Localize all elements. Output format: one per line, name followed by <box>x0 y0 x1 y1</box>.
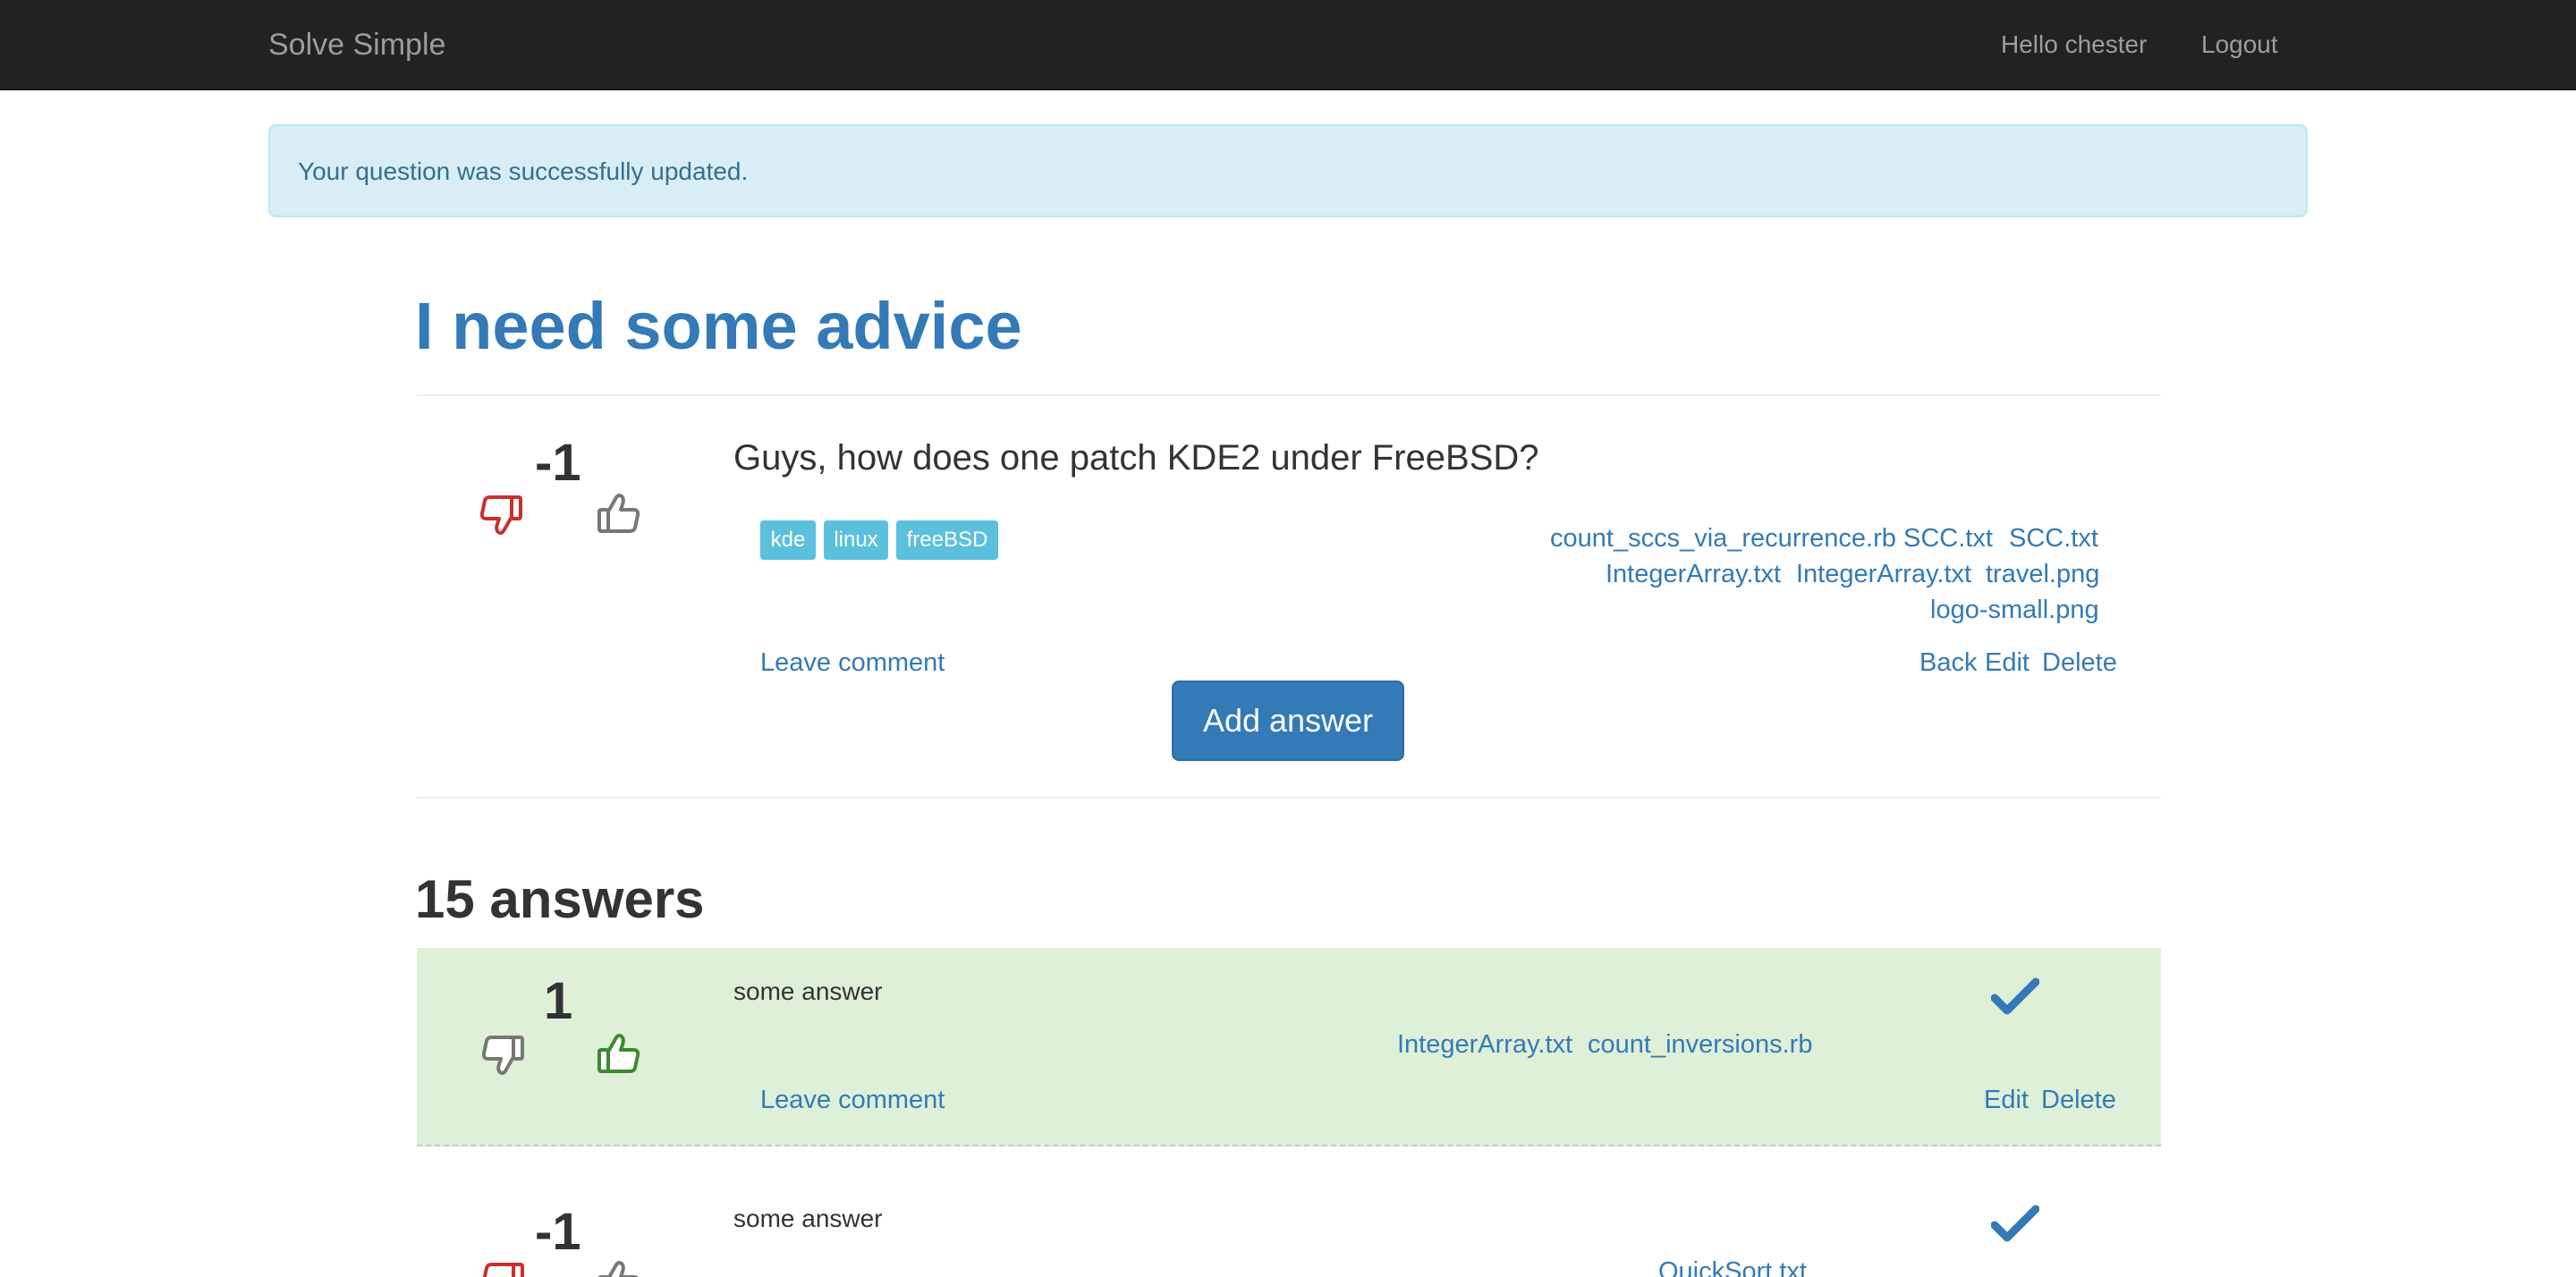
attachment-link[interactable]: IntegerArray.txt <box>1397 1028 1572 1061</box>
question-score: -1 <box>535 434 581 492</box>
attachment-link[interactable]: travel.png <box>1986 558 2099 590</box>
user-greeting-link[interactable]: Hello chester <box>2001 29 2147 61</box>
attachment-link[interactable]: SCC.txt <box>1903 522 1993 554</box>
edit-link[interactable]: Edit <box>1984 1084 2029 1116</box>
alert-message: Your question was successfully updated. <box>298 157 749 185</box>
answers-heading: 15 answers <box>415 869 705 929</box>
question-divider <box>417 797 2161 799</box>
answer-item: 1 some answer IntegerArray.txt count_inv… <box>417 948 2161 1146</box>
add-answer-button[interactable]: Add answer <box>1172 681 1404 761</box>
question-body: Guys, how does one patch KDE2 under Free… <box>733 438 1539 478</box>
attachment-link[interactable]: IntegerArray.txt <box>1606 558 1781 590</box>
answer-body: some answer <box>733 977 883 1005</box>
answer-body: some answer <box>733 1205 883 1232</box>
attachment-link[interactable]: logo-small.png <box>1930 594 2099 626</box>
thumbs-up-icon[interactable] <box>594 1256 644 1277</box>
thumbs-down-icon[interactable] <box>478 1030 528 1080</box>
leave-comment-link[interactable]: Leave comment <box>760 1084 945 1116</box>
thumbs-up-icon[interactable] <box>594 1028 644 1078</box>
tag-kde[interactable]: kde <box>760 520 816 560</box>
back-link[interactable]: Back <box>1919 647 1977 679</box>
attachment-link[interactable]: QuickSort.txt <box>1658 1256 1807 1277</box>
navbar: Solve Simple Hello chester Logout <box>0 0 2576 90</box>
answer-item: -1 some answer QuickSort.txt <box>417 1148 2161 1277</box>
logout-link[interactable]: Logout <box>2201 29 2278 61</box>
tag-linux[interactable]: linux <box>824 520 888 560</box>
accept-check-icon[interactable] <box>1991 1204 2039 1243</box>
attachment-link[interactable]: count_sccs_via_recurrence.rb <box>1550 522 1896 554</box>
thumbs-down-icon[interactable] <box>478 1257 528 1277</box>
attachment-link[interactable]: SCC.txt <box>2009 522 2098 554</box>
tag-freebsd[interactable]: freeBSD <box>896 520 998 560</box>
delete-link[interactable]: Delete <box>2041 1084 2116 1116</box>
answer-score: 1 <box>544 972 573 1030</box>
attachment-link[interactable]: IntegerArray.txt <box>1796 558 1971 590</box>
accepted-check-icon[interactable] <box>1991 977 2039 1016</box>
edit-link[interactable]: Edit <box>1985 647 2029 679</box>
thumbs-up-icon[interactable] <box>594 488 644 538</box>
success-alert: Your question was successfully updated. <box>268 124 2308 217</box>
answer-score: -1 <box>535 1203 581 1261</box>
thumbs-down-icon[interactable] <box>476 490 526 540</box>
delete-link[interactable]: Delete <box>2042 647 2117 679</box>
attachment-link[interactable]: count_inversions.rb <box>1588 1028 1812 1061</box>
brand-link[interactable]: Solve Simple <box>268 27 445 63</box>
leave-comment-link[interactable]: Leave comment <box>760 647 945 679</box>
question-title[interactable]: I need some advice <box>415 288 1022 365</box>
title-divider <box>417 394 2161 396</box>
